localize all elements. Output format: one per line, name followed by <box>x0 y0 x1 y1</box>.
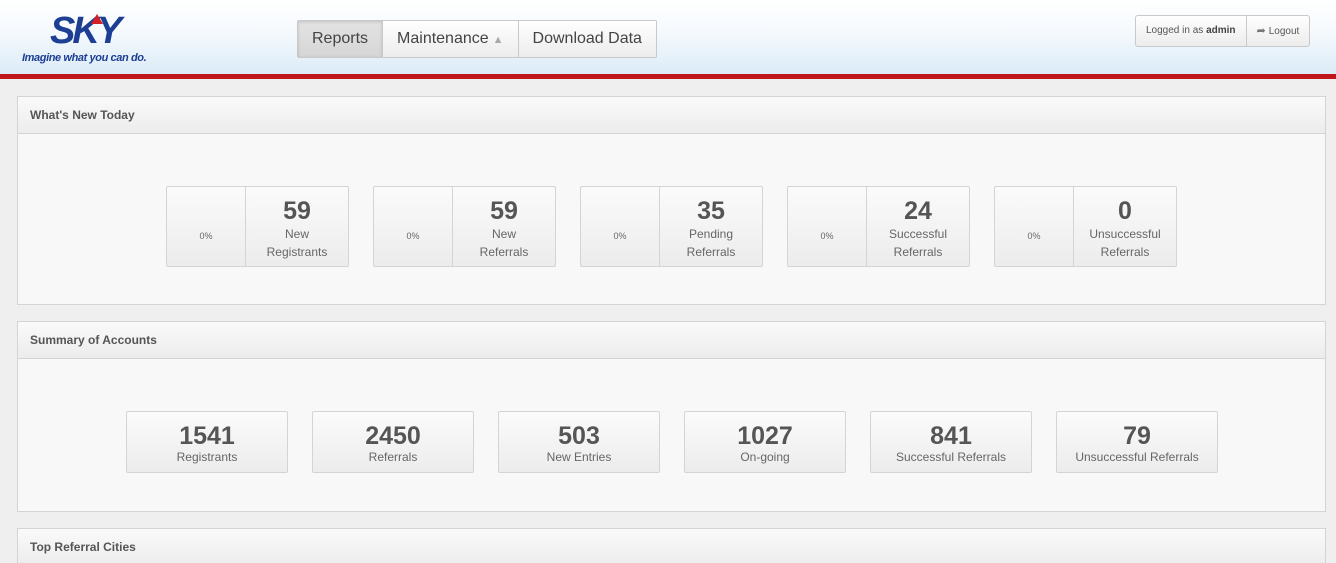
top-cities-title: Top Referral Cities <box>18 529 1325 563</box>
logged-in-prefix: Logged in as <box>1146 25 1204 36</box>
card-value: 35 <box>697 197 725 225</box>
card-label: Unsuccessful Referrals <box>1075 450 1199 464</box>
main-nav: Reports Maintenance ▲ Download Data <box>297 20 657 58</box>
card-value: 59 <box>490 197 518 225</box>
card-value: 0 <box>1118 197 1132 225</box>
nav-download-label: Download Data <box>532 30 642 47</box>
card-percent: 0% <box>995 187 1074 266</box>
today-card-unsuccessful-referrals: 0% 0 Unsuccessful Referrals <box>994 186 1177 267</box>
sky-logo[interactable]: SKY Imagine what you can do. <box>22 12 172 66</box>
card-value: 841 <box>930 422 972 450</box>
today-card-new-registrants: 0% 59 New Registrants <box>166 186 349 267</box>
summary-cards: 1541 Registrants 2450 Referrals 503 New … <box>126 411 1242 473</box>
summary-card-registrants: 1541 Registrants <box>126 411 288 473</box>
logo-triangle-icon <box>91 14 103 24</box>
app-header: SKY Imagine what you can do. Reports Mai… <box>0 0 1336 74</box>
nav-download-data[interactable]: Download Data <box>519 21 656 57</box>
card-value: 503 <box>558 422 600 450</box>
nav-maintenance-label: Maintenance <box>397 30 489 47</box>
summary-card-new-entries: 503 New Entries <box>498 411 660 473</box>
summary-card-referrals: 2450 Referrals <box>312 411 474 473</box>
summary-card-on-going: 1027 On-going <box>684 411 846 473</box>
logo-tagline: Imagine what you can do. <box>22 52 147 64</box>
card-label: Unsuccessful Referrals <box>1089 227 1161 259</box>
card-label: On-going <box>740 450 790 464</box>
card-percent: 0% <box>581 187 660 266</box>
today-card-pending-referrals: 0% 35 Pending Referrals <box>580 186 763 267</box>
card-label: New Registrants <box>266 227 328 259</box>
logout-button[interactable]: ➦ Logout <box>1245 16 1310 46</box>
top-cities-panel: Top Referral Cities <box>17 528 1326 563</box>
card-label: Registrants <box>176 450 238 464</box>
card-value: 24 <box>904 197 932 225</box>
card-percent: 0% <box>167 187 246 266</box>
card-value: 1027 <box>737 422 793 450</box>
nav-reports[interactable]: Reports <box>298 21 384 57</box>
card-label: New Referrals <box>479 227 529 259</box>
card-value: 59 <box>283 197 311 225</box>
whats-new-panel: What's New Today 0% 59 New Registrants 0… <box>17 96 1326 305</box>
logo-mark: SKY <box>50 10 122 52</box>
logged-in-username: admin <box>1206 25 1236 36</box>
card-value: 2450 <box>365 422 421 450</box>
logout-label: Logout <box>1268 26 1300 37</box>
today-cards: 0% 59 New Registrants 0% 59 New Referral… <box>166 186 1201 267</box>
caret-up-icon: ▲ <box>492 34 504 46</box>
card-label: Successful Referrals <box>888 227 948 259</box>
card-label: Referrals <box>368 450 418 464</box>
card-percent: 0% <box>374 187 453 266</box>
card-percent: 0% <box>788 187 867 266</box>
card-label: Successful Referrals <box>895 450 1007 464</box>
logged-in-status: Logged in as admin <box>1136 16 1246 46</box>
card-value: 1541 <box>179 422 235 450</box>
summary-title: Summary of Accounts <box>18 322 1325 359</box>
today-card-successful-referrals: 0% 24 Successful Referrals <box>787 186 970 267</box>
card-value: 79 <box>1123 422 1151 450</box>
card-label: New Entries <box>546 450 612 464</box>
whats-new-title: What's New Today <box>18 97 1325 134</box>
today-card-new-referrals: 0% 59 New Referrals <box>373 186 556 267</box>
nav-maintenance[interactable]: Maintenance ▲ <box>383 21 519 57</box>
nav-reports-label: Reports <box>312 30 369 47</box>
share-arrow-icon: ➦ <box>1256 25 1266 37</box>
card-label: Pending Referrals <box>686 227 736 259</box>
summary-card-successful-referrals: 841 Successful Referrals <box>870 411 1032 473</box>
user-box: Logged in as admin ➦ Logout <box>1135 15 1311 47</box>
summary-panel: Summary of Accounts 1541 Registrants 245… <box>17 321 1326 512</box>
header-red-bar <box>0 74 1336 79</box>
summary-card-unsuccessful-referrals: 79 Unsuccessful Referrals <box>1056 411 1218 473</box>
